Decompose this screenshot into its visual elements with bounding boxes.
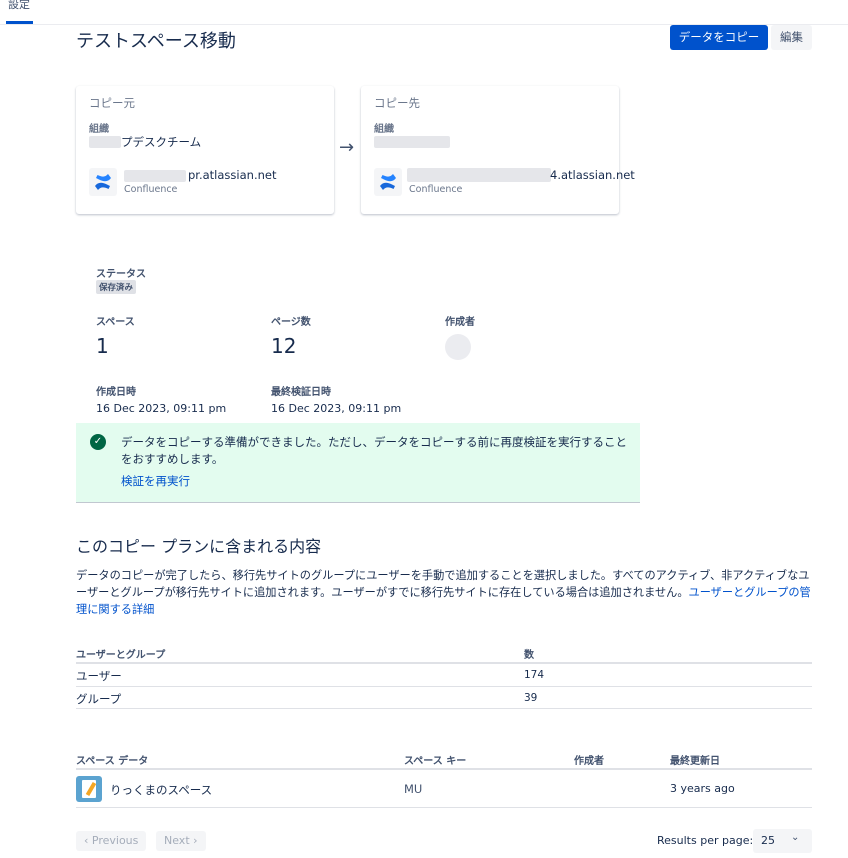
source-org-name: プデスクチーム	[121, 135, 202, 149]
arrow-right-icon: →	[339, 137, 355, 158]
results-per-page-value: 25	[761, 834, 775, 847]
pages-count: 12	[271, 334, 297, 358]
results-per-page-select[interactable]: 25 ⌄	[753, 829, 812, 853]
spaces-label: スペース	[96, 317, 135, 328]
source-org-label: 組織	[89, 124, 109, 135]
creator-label: 作成者	[445, 317, 475, 328]
verified-value: 16 Dec 2023, 09:11 pm	[271, 402, 402, 415]
edit-button[interactable]: 編集	[771, 25, 812, 50]
redacted-text	[89, 136, 121, 148]
destination-product: Confluence	[409, 184, 463, 195]
space-updated: 3 years ago	[670, 782, 735, 795]
active-tab-indicator	[6, 21, 33, 24]
users-table-header-name: ユーザーとグループ	[76, 650, 166, 661]
source-card-title: コピー元	[89, 96, 135, 110]
source-card: コピー元 組織 プデスクチーム pr.atlassian.net Conflue…	[76, 86, 334, 214]
previous-button[interactable]: ‹ Previous	[76, 831, 147, 851]
row-name: ユーザー	[76, 669, 122, 683]
divider	[76, 686, 812, 687]
divider	[76, 708, 812, 709]
pages-label: ページ数	[271, 317, 311, 328]
row-count: 39	[524, 692, 538, 704]
redacted-text	[407, 168, 551, 182]
source-product: Confluence	[124, 184, 178, 195]
divider	[76, 662, 812, 664]
check-circle-icon: ✓	[90, 434, 106, 450]
space-name: りっくまのスペース	[110, 783, 213, 797]
divider	[76, 768, 812, 770]
source-site-url: pr.atlassian.net	[188, 168, 277, 182]
row-name: グループ	[76, 692, 122, 706]
copy-data-button[interactable]: データをコピー	[670, 25, 768, 50]
redacted-text	[374, 136, 450, 148]
rerun-validation-link[interactable]: 検証を再実行	[121, 473, 190, 489]
status-label: ステータス	[96, 269, 146, 280]
results-per-page-label: Results per page:	[657, 834, 754, 847]
next-button[interactable]: Next ›	[156, 831, 206, 851]
confluence-icon	[89, 168, 117, 196]
verified-label: 最終検証日時	[271, 387, 331, 398]
avatar	[445, 334, 471, 360]
users-table-header-count: 数	[524, 650, 534, 661]
destination-org-label: 組織	[374, 124, 394, 135]
confluence-icon	[374, 168, 402, 196]
destination-card-title: コピー先	[374, 96, 420, 110]
spaces-table-header-key: スペース キー	[404, 756, 467, 767]
divider	[76, 807, 812, 808]
chevron-down-icon: ⌄	[791, 832, 800, 843]
tab-bar: 設定	[0, 0, 848, 25]
plan-section-title: このコピー プランに含まれる内容	[76, 537, 322, 556]
tab-settings[interactable]: 設定	[8, 0, 30, 12]
spaces-table-header-updated: 最終更新日	[670, 756, 720, 767]
space-avatar-icon	[76, 776, 102, 802]
status-badge: 保存済み	[96, 280, 137, 294]
created-value: 16 Dec 2023, 09:11 pm	[96, 402, 227, 415]
spaces-table-header-creator: 作成者	[574, 756, 604, 767]
row-count: 174	[524, 669, 545, 681]
redacted-text	[124, 170, 186, 182]
page-title: テストスペース移動	[76, 31, 236, 52]
banner-message: データをコピーする準備ができました。ただし、データをコピーする前に再度検証を実行…	[121, 435, 627, 466]
plan-description: データのコピーが完了したら、移行先サイトのグループにユーザーを手動で追加すること…	[76, 567, 816, 618]
spaces-table-header-name: スペース データ	[76, 756, 149, 767]
space-key: MU	[404, 782, 423, 796]
created-label: 作成日時	[96, 387, 136, 398]
destination-card: コピー先 組織 4.atlassian.net Confluence	[361, 86, 635, 214]
spaces-count: 1	[96, 334, 109, 358]
destination-site-url: 4.atlassian.net	[550, 168, 635, 182]
